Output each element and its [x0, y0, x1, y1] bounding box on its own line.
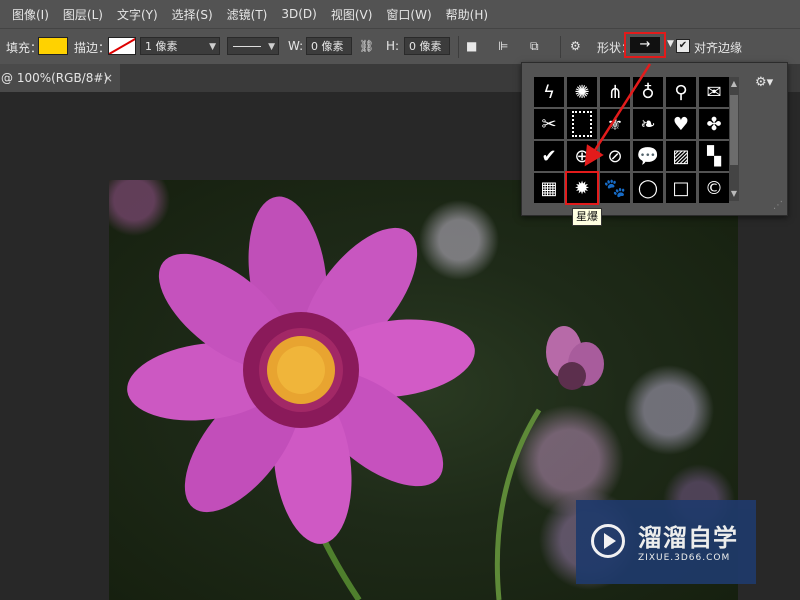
separator: [560, 36, 561, 58]
menu-bar: 图像(I) 图层(L) 文字(Y) 选择(S) 滤镜(T) 3D(D) 视图(V…: [0, 0, 800, 28]
speech-bubble-icon[interactable]: 💬: [633, 141, 663, 171]
menu-3d[interactable]: 3D(D): [281, 7, 316, 21]
checker-icon[interactable]: ▚: [699, 141, 729, 171]
stroke-label: 描边：: [74, 41, 111, 55]
menu-type[interactable]: 文字(Y): [117, 6, 158, 23]
checkmark-icon[interactable]: ✔: [534, 141, 564, 171]
chevron-down-icon: ▼: [268, 42, 275, 52]
menu-view[interactable]: 视图(V): [331, 6, 373, 23]
diagonal-lines-icon[interactable]: ▨: [666, 141, 696, 171]
options-bar: 填充： 描边： 1 像素 ▼ ▼ W: 0 像素 ⛓ H: 0 像素 ■ ⊫ ⧉…: [0, 28, 800, 66]
resize-grip-icon[interactable]: ⋰: [773, 200, 783, 211]
path-arrangement-icon[interactable]: ⧉: [530, 39, 539, 54]
target-icon[interactable]: ⊕: [567, 141, 597, 171]
watermark-title: 溜溜自学: [638, 524, 738, 552]
document-tab[interactable]: @ 100%(RGB/8#) ×: [0, 64, 120, 92]
menu-window[interactable]: 窗口(W): [386, 6, 431, 23]
shape-grid: ϟ ✺ ⋔ ♁ ⚲ ✉ ✂ ⚜ ❧ ♥ ✤ ✔ ⊕ ⊘ 💬 ▨ ▚ ▦ ✹ 🐾 …: [534, 77, 729, 205]
align-edges-checkbox[interactable]: ✔: [676, 39, 690, 53]
shape-panel-scrollbar[interactable]: ▲ ▼: [729, 77, 739, 201]
document-tab-title: @ 100%(RGB/8#): [1, 71, 109, 85]
square-frame-icon[interactable]: □: [666, 173, 696, 203]
shape-tooltip: 星爆: [572, 208, 602, 226]
fleur-de-lis-icon[interactable]: ⚜: [600, 109, 630, 139]
width-label: W:: [288, 39, 304, 53]
lightbulb-icon[interactable]: ♁: [633, 77, 663, 107]
menu-help[interactable]: 帮助(H): [446, 6, 488, 23]
menu-image[interactable]: 图像(I): [12, 6, 49, 23]
scissors-icon[interactable]: ✂: [534, 109, 564, 139]
heart-icon[interactable]: ♥: [666, 109, 696, 139]
no-sign-icon[interactable]: ⊘: [600, 141, 630, 171]
copyright-icon[interactable]: ©: [699, 173, 729, 203]
circle-frame-icon[interactable]: ◯: [633, 173, 663, 203]
grass-icon[interactable]: ⋔: [600, 77, 630, 107]
arrow-icon: →: [630, 37, 660, 53]
pushpin-icon[interactable]: ⚲: [666, 77, 696, 107]
gear-icon[interactable]: ⚙▾: [755, 75, 773, 90]
width-field[interactable]: 0 像素: [306, 37, 352, 55]
close-icon[interactable]: ×: [103, 64, 113, 92]
starburst-icon[interactable]: ✹: [565, 171, 599, 205]
shape-picker-button[interactable]: →: [624, 32, 666, 58]
puzzle-icon[interactable]: ✤: [699, 109, 729, 139]
separator: [458, 36, 459, 58]
menu-layer[interactable]: 图层(L): [63, 6, 103, 23]
chevron-down-icon[interactable]: ▼: [729, 189, 739, 199]
grid-icon[interactable]: ▦: [534, 173, 564, 203]
stroke-line-icon: [233, 46, 261, 47]
chevron-down-icon[interactable]: ▼: [667, 39, 674, 49]
chevron-up-icon[interactable]: ▲: [729, 79, 739, 89]
paw-print-icon[interactable]: 🐾: [600, 173, 630, 203]
lightning-icon[interactable]: ϟ: [534, 77, 564, 107]
path-alignment-icon[interactable]: ⊫: [498, 39, 508, 53]
scrollbar-thumb[interactable]: [730, 95, 738, 165]
stamp-frame-icon[interactable]: [567, 109, 597, 139]
ornament-icon[interactable]: ❧: [633, 109, 663, 139]
watermark: 溜溜自学 ZIXUE.3D66.COM: [576, 500, 756, 584]
play-logo-icon: [591, 524, 625, 558]
path-operations-icon[interactable]: ■: [466, 39, 477, 53]
fill-color-swatch[interactable]: [38, 37, 68, 55]
menu-filter[interactable]: 滤镜(T): [227, 6, 268, 23]
chevron-down-icon: ▼: [209, 42, 216, 52]
stroke-color-swatch[interactable]: [108, 37, 136, 55]
fill-label: 填充：: [6, 41, 43, 55]
shape-picker-panel: ϟ ✺ ⋔ ♁ ⚲ ✉ ✂ ⚜ ❧ ♥ ✤ ✔ ⊕ ⊘ 💬 ▨ ▚ ▦ ✹ 🐾 …: [521, 62, 788, 216]
stroke-type-dropdown[interactable]: ▼: [227, 37, 279, 55]
link-icon[interactable]: ⛓: [359, 39, 374, 53]
burst-icon[interactable]: ✺: [567, 77, 597, 107]
height-field[interactable]: 0 像素: [404, 37, 450, 55]
stroke-width-value: 1 像素: [145, 40, 178, 53]
envelope-icon[interactable]: ✉: [699, 77, 729, 107]
stroke-width-field[interactable]: 1 像素 ▼: [140, 37, 220, 55]
align-edges-label: 对齐边缘: [694, 41, 743, 55]
height-label: H:: [386, 39, 400, 53]
gear-icon[interactable]: ⚙: [570, 39, 581, 53]
menu-select[interactable]: 选择(S): [172, 6, 213, 23]
watermark-url: ZIXUE.3D66.COM: [638, 553, 731, 563]
